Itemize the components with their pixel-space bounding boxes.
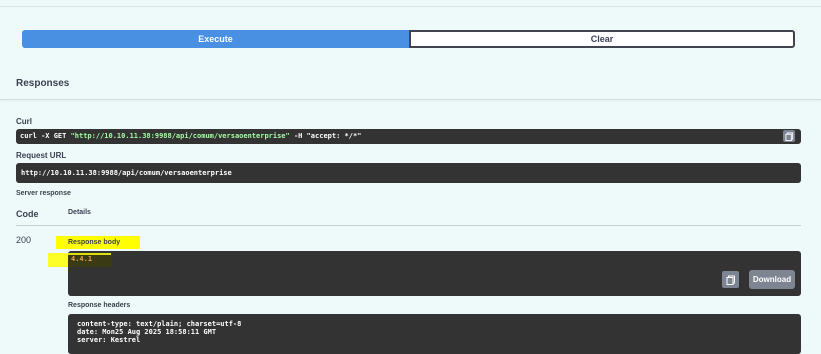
- status-code: 200: [16, 235, 32, 245]
- request-url-value: http://10.10.11.38:9988/api/comum/versao…: [21, 169, 232, 177]
- curl-label: Curl: [16, 117, 32, 126]
- response-body-label: Response body: [68, 239, 121, 246]
- curl-url: "http://10.10.11.38:9988/api/comum/versa…: [70, 132, 290, 140]
- clear-button[interactable]: Clear: [409, 30, 795, 48]
- code-column-header: Code: [16, 209, 39, 219]
- download-button[interactable]: Download: [749, 270, 795, 289]
- server-response-label: Server response: [16, 190, 71, 197]
- response-headers-label: Response headers: [68, 302, 131, 309]
- request-url-box: http://10.10.11.38:9988/api/comum/versao…: [16, 163, 801, 183]
- response-body-box: 4.4.1: [48, 251, 801, 296]
- curl-suffix: -H "accept: */*": [289, 132, 362, 140]
- copy-curl-icon[interactable]: [783, 130, 795, 142]
- response-body-value: 4.4.1: [71, 255, 93, 263]
- copy-body-icon[interactable]: [722, 271, 739, 288]
- response-header-line: server: Kestrel: [77, 336, 141, 344]
- responses-heading: Responses: [16, 78, 70, 89]
- response-header-line: content-type: text/plain; charset=utf-8: [77, 320, 242, 328]
- details-column-header: Details: [68, 209, 91, 216]
- top-divider: [0, 6, 821, 7]
- curl-command-box: curl -X GET "http://10.10.11.38:9988/api…: [16, 129, 801, 144]
- curl-prefix: curl -X GET: [20, 132, 71, 140]
- response-table-divider: [16, 225, 801, 226]
- request-url-label: Request URL: [16, 151, 67, 160]
- execute-button[interactable]: Execute: [22, 30, 409, 48]
- execute-clear-group: Execute Clear: [22, 30, 795, 48]
- responses-divider: [0, 99, 821, 100]
- response-header-line: date: Mon25 Aug 2025 18:58:11 GMT: [77, 328, 217, 336]
- response-headers-box: content-type: text/plain; charset=utf-8 …: [68, 314, 801, 354]
